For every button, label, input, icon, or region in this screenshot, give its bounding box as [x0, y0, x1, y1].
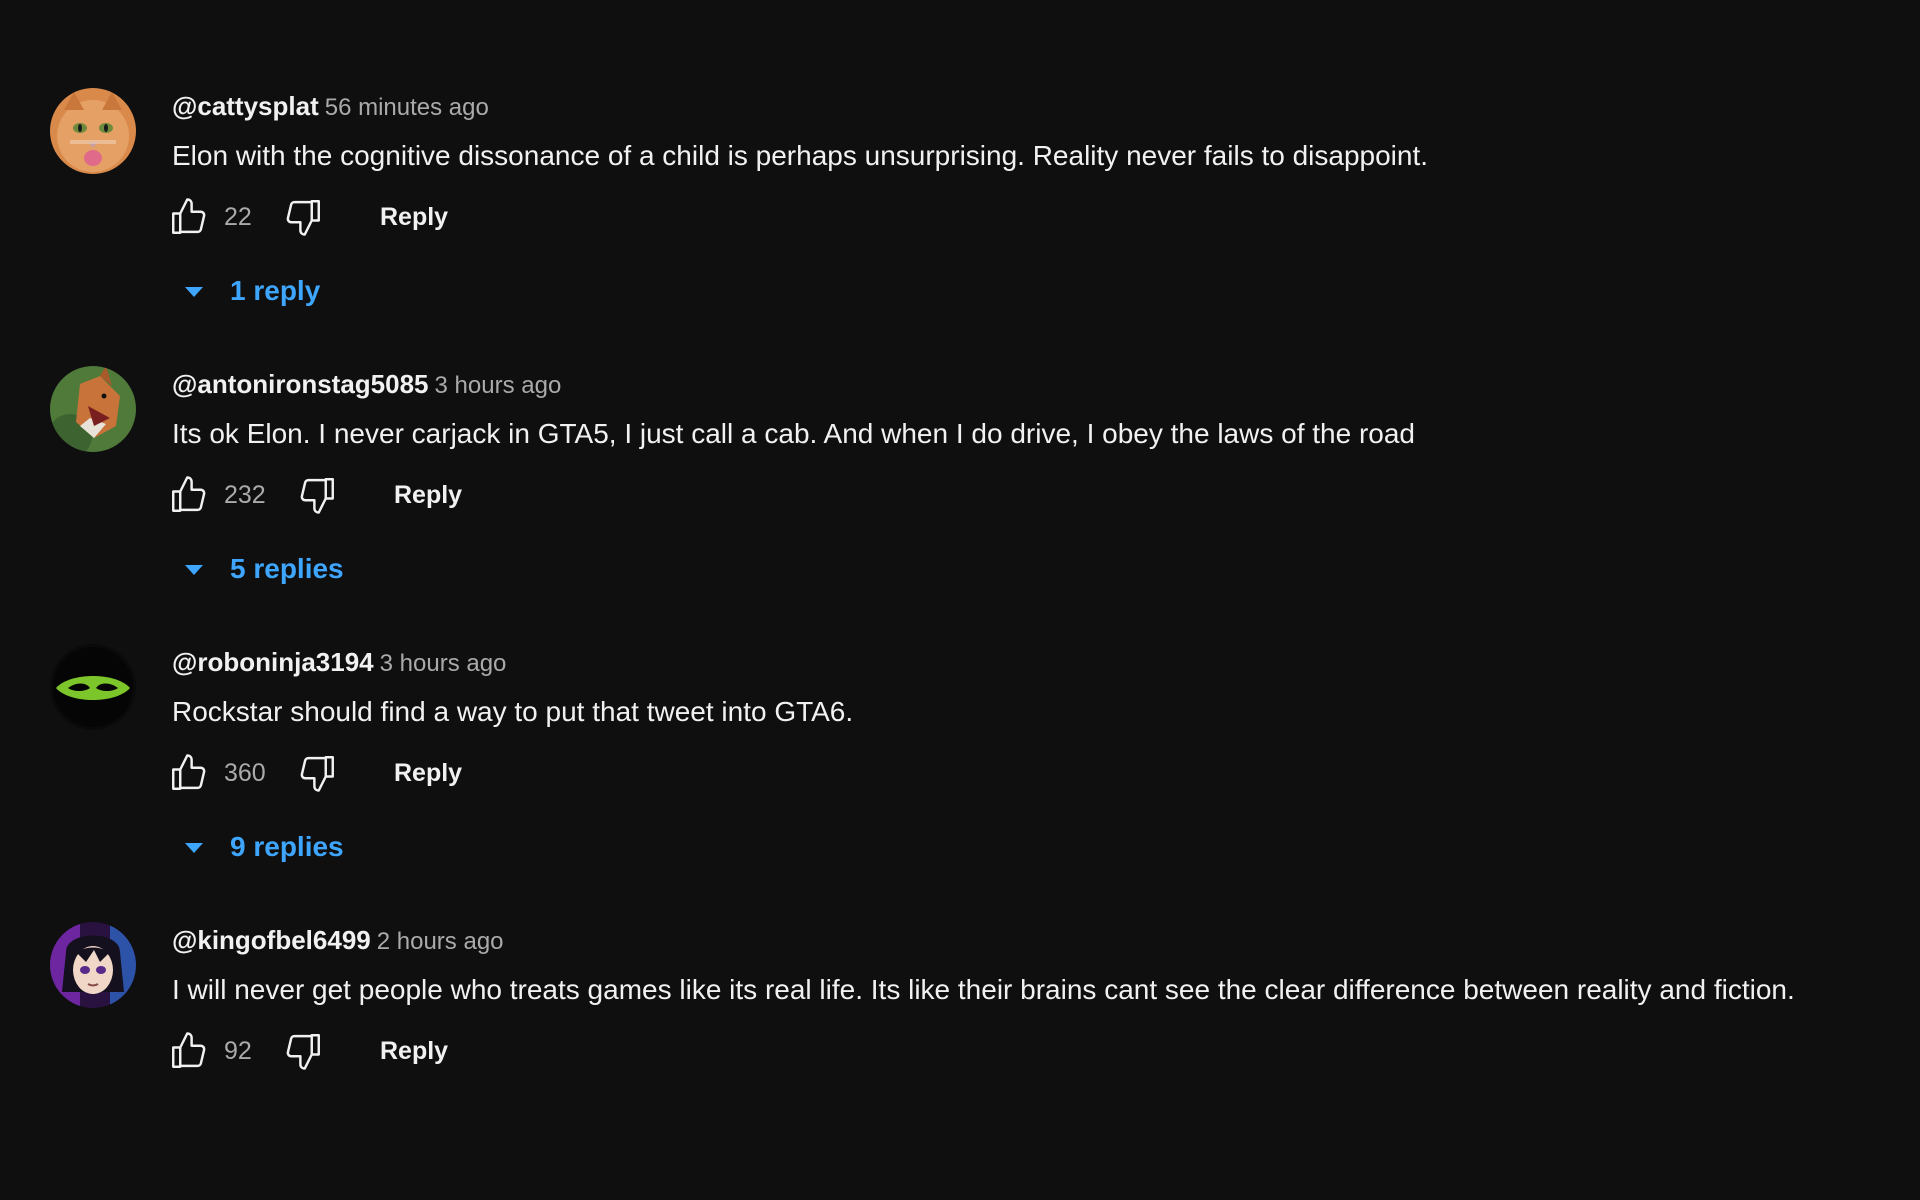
view-replies-button[interactable]: 5 replies: [172, 544, 432, 594]
like-button[interactable]: [166, 1028, 212, 1074]
thumbs-up-icon: [172, 1032, 206, 1068]
caret-down-icon: [185, 287, 203, 297]
reply-button[interactable]: Reply: [394, 470, 462, 520]
view-replies-button[interactable]: 9 replies: [172, 822, 432, 872]
thumbs-down-icon: [300, 756, 334, 792]
view-replies-button[interactable]: 1 reply: [172, 266, 432, 316]
caret-down-icon: [185, 843, 203, 853]
author-name[interactable]: @kingofbel6499: [172, 925, 371, 955]
cat-avatar-icon: [50, 88, 136, 174]
like-button[interactable]: [166, 194, 212, 240]
avatar[interactable]: [50, 644, 136, 730]
comment-actions: 360 Reply: [172, 748, 1862, 798]
comment-body: @antonironstag5085 3 hours ago Its ok Elo…: [172, 366, 1862, 594]
comment-time[interactable]: 56 minutes ago: [325, 94, 489, 121]
comment-header: @kingofbel6499 2 hours ago: [172, 922, 1862, 958]
reply-button[interactable]: Reply: [394, 748, 462, 798]
like-count: 232: [224, 481, 266, 509]
author-name[interactable]: @roboninja3194: [172, 647, 374, 677]
comment-text: Its ok Elon. I never carjack in GTA5, I …: [172, 418, 1416, 449]
avatar[interactable]: [50, 922, 136, 1008]
replies-count-label: 1 reply: [230, 275, 321, 306]
comment-header: @cattysplat 56 minutes ago: [172, 88, 1862, 124]
comment-body: @roboninja3194 3 hours ago Rockstar shoul…: [172, 644, 1862, 872]
thumbs-down-icon: [286, 1034, 320, 1070]
like-button[interactable]: [166, 472, 212, 518]
replies-count-label: 9 replies: [230, 831, 344, 862]
dislike-button[interactable]: [280, 1028, 326, 1074]
thumbs-down-icon: [300, 478, 334, 514]
comment-actions: 92 Reply: [172, 1026, 1862, 1076]
comment-time[interactable]: 3 hours ago: [435, 372, 562, 399]
reply-button[interactable]: Reply: [380, 1026, 448, 1076]
reply-button[interactable]: Reply: [380, 192, 448, 242]
thumbs-down-icon: [286, 200, 320, 236]
caret-down-icon: [185, 565, 203, 575]
replies-count-label: 5 replies: [230, 553, 344, 584]
dislike-button[interactable]: [294, 472, 340, 518]
comments-section: @cattysplat 56 minutes ago Elon with the …: [0, 0, 1920, 1200]
comment-text: I will never get people who treats games…: [172, 974, 1795, 1005]
fox-avatar-icon: [50, 366, 136, 452]
comment-body: @kingofbel6499 2 hours ago I will never g…: [172, 922, 1862, 1076]
like-count: 22: [224, 203, 252, 231]
anime-avatar-icon: [50, 922, 136, 1008]
comment-actions: 232 Reply: [172, 470, 1862, 520]
avatar[interactable]: [50, 88, 136, 174]
dislike-button[interactable]: [280, 194, 326, 240]
comment-header: @roboninja3194 3 hours ago: [172, 644, 1862, 680]
author-name[interactable]: @antonironstag5085: [172, 369, 429, 399]
thumbs-up-icon: [172, 476, 206, 512]
like-count: 360: [224, 759, 266, 787]
comment-text: Elon with the cognitive dissonance of a …: [172, 140, 1429, 171]
comment-time[interactable]: 2 hours ago: [377, 928, 504, 955]
comment-body: @cattysplat 56 minutes ago Elon with the …: [172, 88, 1862, 316]
thumbs-up-icon: [172, 754, 206, 790]
thumbs-up-icon: [172, 198, 206, 234]
comment-text: Rockstar should find a way to put that t…: [172, 696, 854, 727]
dislike-button[interactable]: [294, 750, 340, 796]
comment-header: @antonironstag5085 3 hours ago: [172, 366, 1862, 402]
comment-time[interactable]: 3 hours ago: [380, 650, 507, 677]
ninja-mask-avatar-icon: [50, 644, 136, 730]
author-name[interactable]: @cattysplat: [172, 91, 319, 121]
like-count: 92: [224, 1037, 252, 1065]
like-button[interactable]: [166, 750, 212, 796]
comment-actions: 22 Reply: [172, 192, 1862, 242]
avatar[interactable]: [50, 366, 136, 452]
